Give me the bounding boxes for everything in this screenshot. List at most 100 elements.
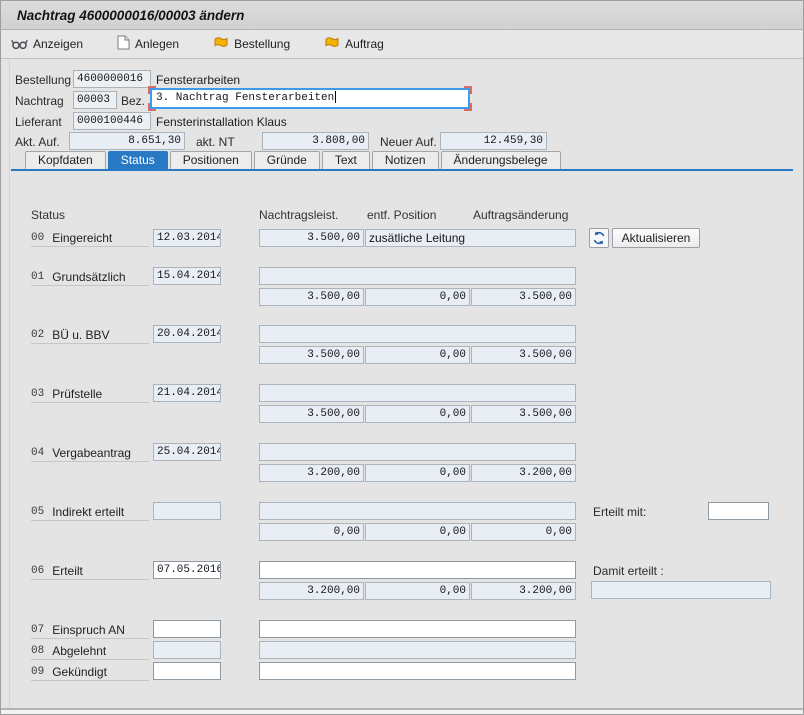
sap-window: Nachtrag 4600000016/00003 ändern Anzeige… <box>0 0 804 715</box>
date-field-05 <box>153 502 221 520</box>
status-name: Prüfstelle <box>52 387 102 401</box>
amount-field-06-c: 3.200,00 <box>471 582 576 600</box>
amount-field-04-a: 3.200,00 <box>259 464 364 482</box>
amount-field-01-b: 0,00 <box>365 288 470 306</box>
bestellung-number-field[interactable]: 4600000016 <box>73 70 151 88</box>
tab-text[interactable]: Text <box>322 151 370 169</box>
amount-field-02-a: 3.500,00 <box>259 346 364 364</box>
status-name: Gekündigt <box>52 665 107 679</box>
amount-field-05-c: 0,00 <box>471 523 576 541</box>
date-field-01[interactable]: 15.04.2014 <box>153 267 221 285</box>
erteilt-mit-input[interactable] <box>708 502 769 520</box>
lieferant-number-field[interactable]: 0000100446 <box>73 112 151 130</box>
status-code: 05 <box>31 506 44 518</box>
date-field-03[interactable]: 21.04.2014 <box>153 384 221 402</box>
status-name: Eingereicht <box>52 231 112 245</box>
aktualisieren-button[interactable]: Aktualisieren <box>612 228 700 248</box>
status-name: Indirekt erteilt <box>52 505 124 519</box>
akt-auf-label: Akt. Auf. <box>15 135 60 149</box>
lieferant-description-text: Fensterinstallation Klaus <box>156 115 287 129</box>
date-field-07[interactable] <box>153 620 221 638</box>
lieferant-field-label: Lieferant <box>15 115 62 129</box>
tab-status[interactable]: Status <box>108 151 168 169</box>
wide-field-06[interactable] <box>259 561 576 579</box>
column-header-entf-position: entf. Position <box>367 208 436 222</box>
tab-strip: Kopfdaten Status Positionen Gründe Text … <box>11 152 793 171</box>
date-field-00[interactable]: 12.03.2014 <box>153 229 221 247</box>
status-code: 06 <box>31 565 44 577</box>
nachtrag-bezeichnung-value: 3. Nachtrag Fensterarbeiten <box>156 92 334 104</box>
wide-field-08 <box>259 641 576 659</box>
wide-field-03 <box>259 384 576 402</box>
status-label-06: 06 Erteilt <box>31 563 149 580</box>
wide-field-04 <box>259 443 576 461</box>
status-label-01: 01 Grundsätzlich <box>31 269 149 286</box>
wide-field-09[interactable] <box>259 662 576 680</box>
tab-aenderungsbelege[interactable]: Änderungsbelege <box>441 151 561 169</box>
column-header-nachtragsleist: Nachtragsleist. <box>259 208 338 222</box>
status-label-09: 09 Gekündigt <box>31 664 149 681</box>
glasses-icon <box>11 36 28 53</box>
application-toolbar: Anzeigen Anlegen Bestellung <box>1 30 803 59</box>
tab-gruende[interactable]: Gründe <box>254 151 320 169</box>
date-field-02[interactable]: 20.04.2014 <box>153 325 221 343</box>
anlegen-label: Anlegen <box>135 37 179 51</box>
content-left-groove <box>9 59 10 708</box>
date-field-09[interactable] <box>153 662 221 680</box>
column-header-auftragsaenderung: Auftragsänderung <box>473 208 568 222</box>
yellow-order-icon <box>324 36 340 52</box>
status-label-07: 07 Einspruch AN <box>31 622 149 639</box>
nachtrag-field-label: Nachtrag <box>15 94 64 108</box>
amount-field-04-c: 3.200,00 <box>471 464 576 482</box>
amount-field-05-b: 0,00 <box>365 523 470 541</box>
entf-position-field-00[interactable]: zusätliche Leitung <box>365 229 576 247</box>
status-label-05: 05 Indirekt erteilt <box>31 504 149 521</box>
status-code: 01 <box>31 271 44 283</box>
neuer-auf-field: 12.459,30 <box>440 132 547 150</box>
status-name: BÜ u. BBV <box>52 328 109 342</box>
bestellung-field-label: Bestellung <box>15 73 71 87</box>
anzeigen-button[interactable]: Anzeigen <box>11 36 83 53</box>
amount-field-01-a: 3.500,00 <box>259 288 364 306</box>
erteilt-mit-label: Erteilt mit: <box>593 505 646 519</box>
amount-field-01-c: 3.500,00 <box>471 288 576 306</box>
bestellung-label: Bestellung <box>234 37 290 51</box>
tab-kopfdaten[interactable]: Kopfdaten <box>25 151 106 169</box>
date-field-08 <box>153 641 221 659</box>
amount-field-03-a: 3.500,00 <box>259 405 364 423</box>
amount-field-00[interactable]: 3.500,00 <box>259 229 364 247</box>
amount-field-03-b: 0,00 <box>365 405 470 423</box>
amount-field-05-a: 0,00 <box>259 523 364 541</box>
status-code: 07 <box>31 624 44 636</box>
focus-corner-icon <box>148 103 156 111</box>
status-name: Vergabeantrag <box>52 446 131 460</box>
anzeigen-label: Anzeigen <box>33 37 83 51</box>
nachtrag-number-field[interactable]: 00003 <box>73 91 117 109</box>
column-header-status: Status <box>31 208 65 222</box>
neuer-auf-label: Neuer Auf. <box>380 135 437 149</box>
wide-field-07[interactable] <box>259 620 576 638</box>
nachtrag-bezeichnung-input[interactable]: 3. Nachtrag Fensterarbeiten <box>149 87 471 110</box>
date-field-04[interactable]: 25.04.2014 <box>153 443 221 461</box>
status-name: Grundsätzlich <box>52 270 125 284</box>
wide-field-05 <box>259 502 576 520</box>
status-label-03: 03 Prüfstelle <box>31 386 149 403</box>
page-title: Nachtrag 4600000016/00003 ändern <box>17 8 244 23</box>
status-code: 08 <box>31 645 44 657</box>
wide-field-01 <box>259 267 576 285</box>
new-document-icon <box>117 35 130 53</box>
tab-positionen[interactable]: Positionen <box>170 151 252 169</box>
yellow-order-icon <box>213 36 229 52</box>
tab-notizen[interactable]: Notizen <box>372 151 439 169</box>
anlegen-button[interactable]: Anlegen <box>117 35 179 53</box>
status-label-02: 02 BÜ u. BBV <box>31 327 149 344</box>
refresh-icon-button[interactable] <box>589 228 609 248</box>
auftrag-button[interactable]: Auftrag <box>324 36 384 52</box>
date-field-06[interactable]: 07.05.2016 <box>153 561 221 579</box>
status-name: Einspruch AN <box>52 623 125 637</box>
bestellung-button[interactable]: Bestellung <box>213 36 290 52</box>
focus-corner-icon <box>148 86 156 94</box>
focus-corner-icon <box>464 86 472 94</box>
status-code: 00 <box>31 232 44 244</box>
amount-field-04-b: 0,00 <box>365 464 470 482</box>
